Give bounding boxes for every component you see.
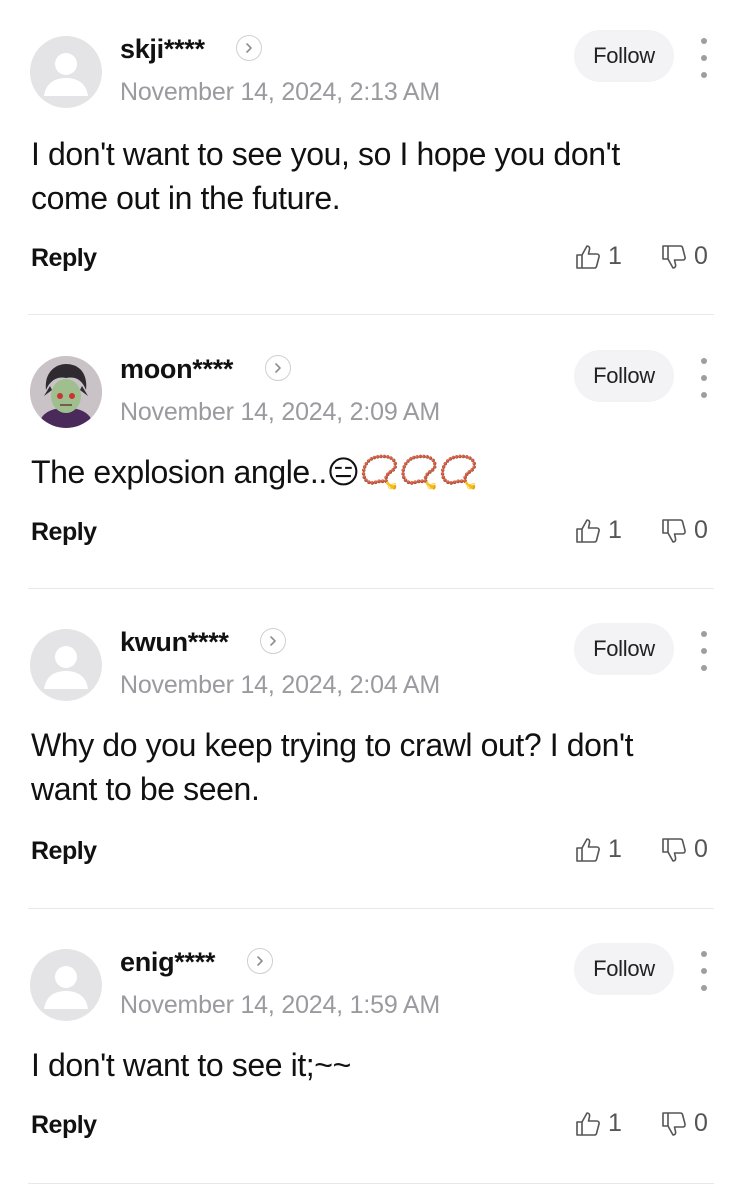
like-button[interactable]: 1 xyxy=(574,516,622,545)
comment-text-line: I don't want to see it;~~ xyxy=(31,1047,351,1083)
reply-button[interactable]: Reply xyxy=(31,244,97,273)
username[interactable]: moon**** xyxy=(120,354,233,385)
dislike-count: 0 xyxy=(694,1109,708,1137)
dislike-button[interactable]: 0 xyxy=(660,835,708,864)
chevron-right-icon[interactable] xyxy=(247,948,273,974)
divider xyxy=(28,588,714,589)
reply-button[interactable]: Reply xyxy=(31,518,97,547)
comment-date: November 14, 2024, 2:04 AM xyxy=(120,671,440,699)
divider xyxy=(28,1183,714,1184)
reply-button[interactable]: Reply xyxy=(31,1111,97,1140)
thumbs-up-icon xyxy=(576,244,600,269)
thumbs-up-icon xyxy=(576,837,600,862)
more-options-icon[interactable] xyxy=(694,951,714,991)
comment-date: November 14, 2024, 1:59 AM xyxy=(120,991,440,1019)
thumbs-down-icon xyxy=(662,244,686,269)
follow-button[interactable]: Follow xyxy=(574,943,674,995)
like-count: 1 xyxy=(608,1109,622,1137)
thumbs-down-icon xyxy=(662,518,686,543)
comment-text-line: I don't want to see you, so I hope you d… xyxy=(31,136,620,172)
thumbs-down-icon xyxy=(662,1111,686,1136)
more-options-icon[interactable] xyxy=(694,358,714,398)
like-count: 1 xyxy=(608,516,622,544)
comment-date: November 14, 2024, 2:09 AM xyxy=(120,398,440,426)
thumbs-up-icon xyxy=(576,1111,600,1136)
default-avatar-icon[interactable] xyxy=(30,36,102,108)
default-avatar-icon[interactable] xyxy=(30,629,102,701)
follow-button[interactable]: Follow xyxy=(574,350,674,402)
thumbs-up-icon xyxy=(576,518,600,543)
username[interactable]: enig**** xyxy=(120,947,215,978)
chevron-right-icon[interactable] xyxy=(236,35,262,61)
comment-text-line: come out in the future. xyxy=(31,180,341,216)
dislike-button[interactable]: 0 xyxy=(660,242,708,271)
character-avatar[interactable] xyxy=(30,356,102,428)
like-count: 1 xyxy=(608,835,622,863)
thumbs-down-icon xyxy=(662,837,686,862)
like-button[interactable]: 1 xyxy=(574,835,622,864)
dislike-count: 0 xyxy=(694,835,708,863)
dislike-count: 0 xyxy=(694,242,708,270)
username[interactable]: kwun**** xyxy=(120,627,229,658)
divider xyxy=(28,314,714,315)
chevron-right-icon[interactable] xyxy=(260,628,286,654)
comment-text: I don't want to see you, so I hope you d… xyxy=(31,132,691,220)
chevron-right-icon[interactable] xyxy=(265,355,291,381)
like-count: 1 xyxy=(608,242,622,270)
comment-text: I don't want to see it;~~ xyxy=(31,1043,691,1087)
comment-text: Why do you keep trying to crawl out? I d… xyxy=(31,723,691,811)
comment-text: The explosion angle..😑📿📿📿 xyxy=(31,450,691,494)
comment-date: November 14, 2024, 2:13 AM xyxy=(120,78,440,106)
default-avatar-icon[interactable] xyxy=(30,949,102,1021)
dislike-button[interactable]: 0 xyxy=(660,516,708,545)
comment-text-line: The explosion angle..😑📿📿📿 xyxy=(31,454,479,490)
follow-button[interactable]: Follow xyxy=(574,623,674,675)
follow-button[interactable]: Follow xyxy=(574,30,674,82)
reply-button[interactable]: Reply xyxy=(31,837,97,866)
more-options-icon[interactable] xyxy=(694,38,714,78)
more-options-icon[interactable] xyxy=(694,631,714,671)
like-button[interactable]: 1 xyxy=(574,242,622,271)
divider xyxy=(28,908,714,909)
dislike-count: 0 xyxy=(694,516,708,544)
like-button[interactable]: 1 xyxy=(574,1109,622,1138)
dislike-button[interactable]: 0 xyxy=(660,1109,708,1138)
username[interactable]: skji**** xyxy=(120,34,205,65)
comment-text-line: want to be seen. xyxy=(31,771,260,807)
comment-text-line: Why do you keep trying to crawl out? I d… xyxy=(31,727,634,763)
